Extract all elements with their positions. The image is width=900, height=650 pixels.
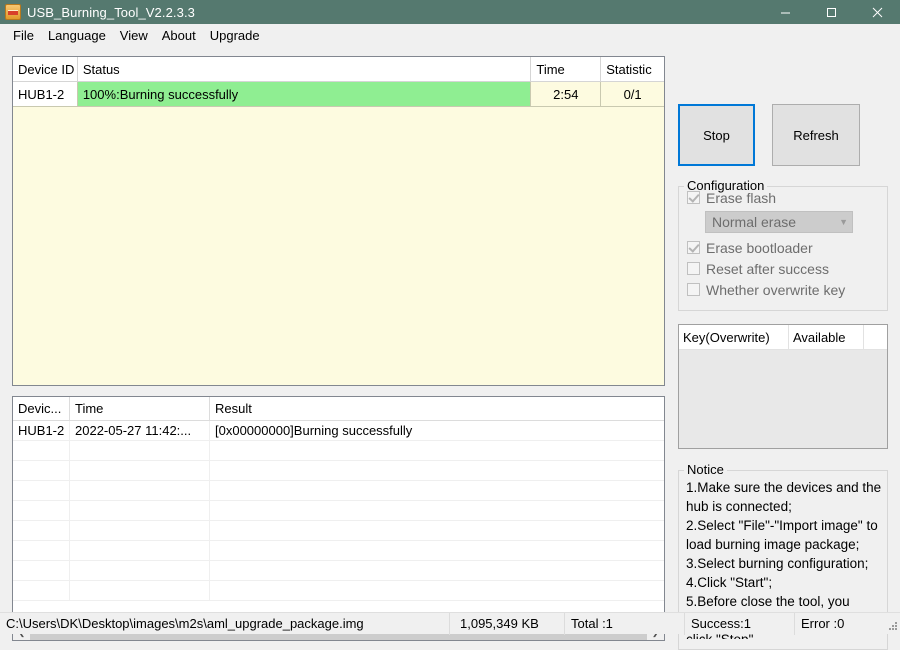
checkbox-erase-bootloader-label: Erase bootloader: [706, 240, 813, 256]
table-row[interactable]: [13, 521, 664, 541]
log-cell-device: [13, 521, 70, 540]
log-cell-result: [210, 541, 663, 560]
checkbox-erase-bootloader[interactable]: Erase bootloader: [679, 237, 887, 258]
table-row[interactable]: [13, 561, 664, 581]
log-cell-result: [210, 461, 663, 480]
log-cell-device: [13, 541, 70, 560]
title-bar: USB_Burning_Tool_V2.2.3.3: [0, 0, 900, 24]
workspace: Device ID Status Time Statistic HUB1-2 1…: [0, 46, 900, 612]
log-cell-result: [210, 521, 663, 540]
close-icon[interactable]: [854, 0, 900, 24]
log-cell-device: [13, 441, 70, 460]
table-row[interactable]: [13, 581, 664, 601]
table-row[interactable]: [13, 461, 664, 481]
table-row[interactable]: [13, 441, 664, 461]
log-cell-time: 2022-05-27 11:42:...: [70, 421, 210, 440]
log-cell-result: [210, 501, 663, 520]
table-row[interactable]: [13, 501, 664, 521]
resize-grip-icon[interactable]: [886, 620, 898, 632]
key-table-header: Key(Overwrite) Available: [679, 325, 887, 350]
key-overwrite-table[interactable]: Key(Overwrite) Available: [678, 324, 888, 449]
window-controls: [762, 0, 900, 24]
log-column-header-device[interactable]: Devic...: [13, 397, 70, 420]
log-column-header-time[interactable]: Time: [70, 397, 210, 420]
chevron-down-icon: ▼: [839, 218, 848, 227]
log-column-header-result[interactable]: Result: [210, 397, 663, 420]
log-cell-time: [70, 441, 210, 460]
checkbox-whether-overwrite-key-label: Whether overwrite key: [706, 282, 845, 298]
key-column-header-extra[interactable]: [864, 325, 887, 349]
device-cell-id: HUB1-2: [13, 82, 78, 106]
log-cell-device: [13, 461, 70, 480]
status-bar: C:\Users\DK\Desktop\images\m2s\aml_upgra…: [0, 612, 900, 634]
log-cell-time: [70, 481, 210, 500]
log-cell-device: [13, 561, 70, 580]
device-cell-time: 2:54: [531, 82, 601, 106]
stop-button-label: Stop: [703, 128, 730, 143]
menu-bar: File Language View About Upgrade: [0, 24, 900, 46]
table-row[interactable]: [13, 541, 664, 561]
checkbox-icon: [687, 262, 700, 275]
key-column-header-key[interactable]: Key(Overwrite): [679, 325, 789, 349]
refresh-button[interactable]: Refresh: [772, 104, 860, 166]
checkbox-reset-after-success-label: Reset after success: [706, 261, 829, 277]
maximize-icon[interactable]: [808, 0, 854, 24]
table-row[interactable]: HUB1-2 2022-05-27 11:42:... [0x00000000]…: [13, 421, 664, 441]
log-cell-time: [70, 461, 210, 480]
menu-item-language[interactable]: Language: [41, 26, 113, 45]
log-cell-device: [13, 581, 70, 600]
minimize-icon[interactable]: [762, 0, 808, 24]
log-cell-device: [13, 481, 70, 500]
table-row[interactable]: HUB1-2 100%:Burning successfully 2:54 0/…: [13, 82, 664, 107]
log-table[interactable]: Devic... Time Result HUB1-2 2022-05-27 1…: [12, 396, 665, 641]
device-cell-status: 100%:Burning successfully: [78, 82, 532, 106]
menu-item-file[interactable]: File: [6, 26, 41, 45]
device-column-header-status[interactable]: Status: [78, 57, 532, 81]
checkbox-icon: [687, 283, 700, 296]
device-list[interactable]: Device ID Status Time Statistic HUB1-2 1…: [12, 56, 665, 386]
status-error: Error :0: [795, 613, 900, 635]
app-icon: [5, 4, 21, 20]
table-row[interactable]: [13, 481, 664, 501]
log-cell-result: [210, 441, 663, 460]
status-file-path: C:\Users\DK\Desktop\images\m2s\aml_upgra…: [0, 613, 450, 635]
refresh-button-label: Refresh: [793, 128, 839, 143]
device-column-header-statistic[interactable]: Statistic: [601, 57, 664, 81]
notice-group-title: Notice: [684, 462, 727, 477]
log-cell-time: [70, 501, 210, 520]
menu-item-upgrade[interactable]: Upgrade: [203, 26, 267, 45]
status-success: Success:1: [685, 613, 795, 635]
log-cell-result: [0x00000000]Burning successfully: [210, 421, 663, 440]
log-cell-device: HUB1-2: [13, 421, 70, 440]
status-total: Total :1: [565, 613, 685, 635]
key-column-header-available[interactable]: Available: [789, 325, 864, 349]
checkbox-icon: [687, 241, 700, 254]
checkbox-icon: [687, 191, 700, 204]
status-file-size: 1,095,349 KB: [450, 613, 565, 635]
log-cell-result: [210, 481, 663, 500]
configuration-group: Configuration Erase flash Normal erase ▼…: [678, 186, 888, 311]
window-title: USB_Burning_Tool_V2.2.3.3: [27, 5, 195, 20]
menu-item-about[interactable]: About: [155, 26, 203, 45]
log-cell-time: [70, 581, 210, 600]
erase-mode-value: Normal erase: [712, 214, 796, 230]
device-list-header: Device ID Status Time Statistic: [13, 57, 664, 82]
log-cell-time: [70, 521, 210, 540]
log-cell-result: [210, 561, 663, 580]
checkbox-whether-overwrite-key[interactable]: Whether overwrite key: [679, 279, 887, 300]
stop-button[interactable]: Stop: [678, 104, 755, 166]
log-cell-result: [210, 581, 663, 600]
device-column-header-id[interactable]: Device ID: [13, 57, 78, 81]
device-column-header-time[interactable]: Time: [531, 57, 601, 81]
log-table-header: Devic... Time Result: [13, 397, 664, 421]
log-cell-device: [13, 501, 70, 520]
erase-mode-select[interactable]: Normal erase ▼: [705, 211, 853, 233]
log-cell-time: [70, 541, 210, 560]
checkbox-reset-after-success[interactable]: Reset after success: [679, 258, 887, 279]
log-cell-time: [70, 561, 210, 580]
device-cell-statistic: 0/1: [601, 82, 664, 106]
menu-item-view[interactable]: View: [113, 26, 155, 45]
